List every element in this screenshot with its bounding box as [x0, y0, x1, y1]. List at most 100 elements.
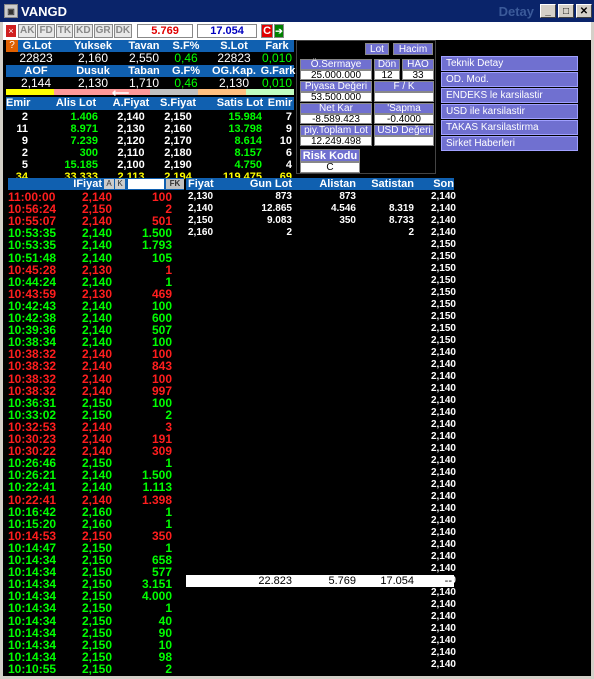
- son-value: 2,150: [430, 275, 456, 286]
- fk-button[interactable]: FK: [166, 179, 184, 189]
- trade-lot: 843: [151, 359, 172, 374]
- trade-price: 2,150: [81, 395, 112, 410]
- tb-fd[interactable]: FD: [37, 24, 55, 38]
- trade-time: 10:38:32: [8, 383, 57, 398]
- dist-cell: 8.733: [388, 215, 414, 226]
- dist-cell: 4.546: [330, 203, 356, 214]
- trade-row: 10:22:41 2,140 1.113: [8, 481, 174, 493]
- risk-label: Risk Kodu: [300, 149, 360, 162]
- hao-value: 33: [402, 70, 434, 81]
- trade-row: 10:43:59 2,130 469: [8, 288, 174, 300]
- usd-value: [374, 136, 434, 146]
- trade-lot: 90: [158, 625, 172, 640]
- c-button[interactable]: C: [261, 24, 274, 38]
- trade-lot: 1: [165, 262, 172, 277]
- son-value: 2,140: [430, 419, 456, 430]
- trade-row: 10:22:41 2,140 1.398: [8, 494, 174, 506]
- menu-teknik-detay[interactable]: Teknik Detay: [441, 56, 578, 71]
- tb-tk[interactable]: TK: [55, 24, 74, 38]
- trade-lot: 309: [151, 444, 172, 459]
- trade-lot: 1.793: [141, 238, 172, 253]
- tb-kd[interactable]: KD: [74, 24, 93, 38]
- son-value: 2,140: [430, 191, 456, 202]
- trade-lot: 10: [158, 637, 172, 652]
- title-bar: ▣ VANGD Detay _ □ ✕: [0, 0, 594, 22]
- trade-lot: 1.113: [142, 480, 172, 495]
- hao-label: HAO: [402, 59, 434, 70]
- trade-price: 2,150: [81, 601, 112, 616]
- don-value: 12: [374, 70, 400, 81]
- dist-cell: 12.865: [261, 203, 292, 214]
- stats-panel: ? G.Lot Yuksek Tavan S.F% S.Lot Fark 228…: [6, 40, 295, 95]
- don-label: Dön: [374, 59, 400, 70]
- hacim-button[interactable]: Hacim: [393, 43, 433, 55]
- tb-ak[interactable]: AK: [18, 24, 37, 38]
- trade-time: 10:36:31: [8, 395, 57, 410]
- trade-price: 2,140: [81, 480, 112, 495]
- trade-row: 10:14:34 2,150 1: [8, 602, 174, 614]
- v-yuksek: 2,160: [77, 51, 109, 65]
- menu-sirket-haberleri[interactable]: Sirket Haberleri: [441, 136, 578, 151]
- son-value: 2,140: [430, 539, 456, 550]
- son-value: 2,140: [430, 623, 456, 634]
- sort-k-button[interactable]: K: [115, 179, 125, 189]
- usd-label: USD Değeri: [374, 125, 434, 136]
- close-icon[interactable]: ×: [6, 25, 16, 37]
- trade-time: 10:14:34: [8, 601, 57, 616]
- trade-time: 10:16:42: [8, 504, 57, 519]
- menu-takas[interactable]: TAKAS Karsilastirma: [441, 120, 578, 135]
- trade-row: 10:38:32 2,140 843: [8, 360, 174, 372]
- arrow-right-icon[interactable]: ➔: [274, 24, 285, 38]
- osermaye-label: Ö.Sermaye: [300, 59, 372, 70]
- tb-dk[interactable]: DK: [113, 24, 133, 38]
- maximize-button[interactable]: □: [558, 4, 574, 18]
- osermaye-value: 25.000.000: [300, 70, 372, 81]
- trade-lot: 469: [151, 286, 172, 301]
- app-icon[interactable]: ▣: [4, 4, 18, 18]
- trade-lot: 98: [158, 649, 172, 664]
- trade-time: 10:45:28: [8, 262, 57, 277]
- menu-usd[interactable]: USD ile karsilastir: [441, 104, 578, 119]
- filter-input[interactable]: [128, 179, 164, 189]
- help-icon[interactable]: ?: [6, 40, 18, 52]
- piyasa-label: Piyasa Değeri: [300, 81, 372, 92]
- v-fark: 0,010: [261, 51, 293, 65]
- trade-row: 10:14:53 2,150 350: [8, 530, 174, 542]
- son-value: 2,140: [430, 347, 456, 358]
- trade-lot: 1: [165, 504, 172, 519]
- dist-cell: 2: [286, 227, 292, 238]
- trade-lot: 40: [158, 613, 172, 628]
- trade-time: 10:33:02: [8, 407, 57, 422]
- trade-row: 10:44:24 2,140 1: [8, 276, 174, 288]
- netkar-label: Net Kar: [300, 103, 372, 114]
- trade-price: 2,140: [81, 492, 112, 507]
- son-value: 2,140: [430, 599, 456, 610]
- son-value: 2,140: [430, 455, 456, 466]
- menu-endeks[interactable]: ENDEKS le karsilastir: [441, 88, 578, 103]
- trade-time: 10:51:48: [8, 250, 57, 265]
- menu-od-mod[interactable]: OD. Mod.: [441, 72, 578, 87]
- sort-a-button[interactable]: A: [104, 179, 114, 189]
- trade-time: 10:38:32: [8, 371, 57, 386]
- depth-h-alislot: Alis Lot: [55, 97, 97, 109]
- trade-lot: 997: [151, 383, 172, 398]
- minimize-button[interactable]: _: [540, 4, 556, 18]
- son-value: 2,140: [430, 527, 456, 538]
- tb-gr[interactable]: GR: [93, 24, 113, 38]
- v-sf: 0,46: [174, 51, 198, 65]
- trade-price: 2,130: [81, 286, 112, 301]
- trade-row: 10:14:34 2,150 40: [8, 615, 174, 627]
- sapma-value: -0.4000: [374, 114, 434, 125]
- trade-price: 2,150: [81, 625, 112, 640]
- dist-cell: 873: [339, 191, 356, 202]
- dist-row: 2,150 9.083 350 8.733: [186, 215, 456, 227]
- sapma-label: 'Sapma: [374, 103, 434, 114]
- depth-h-emir2: Emir: [267, 97, 293, 109]
- son-value: 2,140: [430, 479, 456, 490]
- close-button[interactable]: ✕: [576, 4, 592, 18]
- son-value: 2,140: [430, 515, 456, 526]
- piy-label: piy.Toplam Lot: [300, 125, 372, 136]
- trade-row: 10:33:02 2,150 2: [8, 409, 174, 421]
- lot-button[interactable]: Lot: [365, 43, 389, 55]
- depth-h-afiyat: A.Fiyat: [112, 97, 150, 109]
